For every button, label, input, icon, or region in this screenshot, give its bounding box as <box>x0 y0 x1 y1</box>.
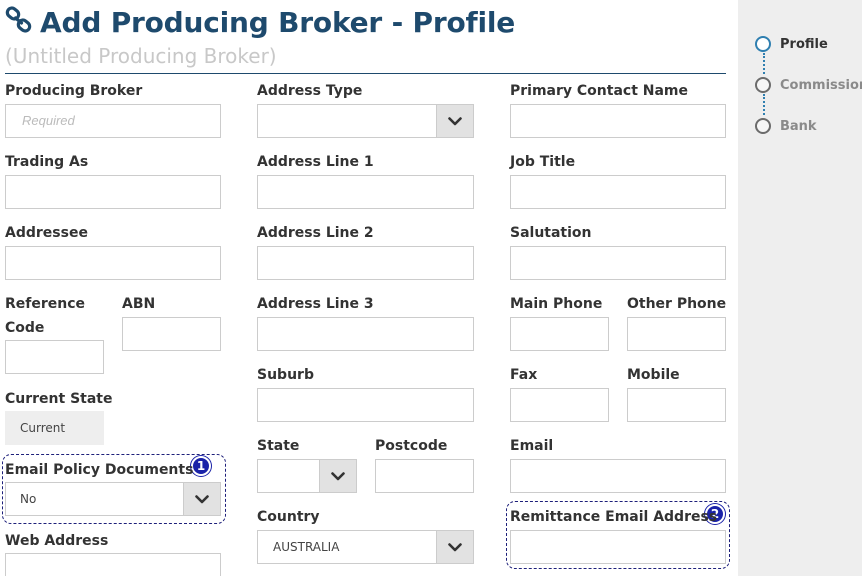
chevron-down-icon[interactable] <box>319 460 356 492</box>
postcode-input[interactable] <box>375 459 474 493</box>
email-policy-documents-label: Email Policy Documents <box>5 462 194 478</box>
address-line-2-label: Address Line 2 <box>257 225 374 241</box>
suburb-input[interactable] <box>257 388 474 422</box>
state-select[interactable] <box>257 459 357 493</box>
email-label: Email <box>510 438 554 454</box>
mobile-label: Mobile <box>627 367 680 383</box>
email-policy-documents-value: No <box>20 492 37 506</box>
annotation-badge-1: 1 <box>191 456 211 476</box>
address-line-3-input[interactable] <box>257 317 474 351</box>
chevron-down-icon[interactable] <box>436 105 473 137</box>
remittance-email-address-input[interactable] <box>510 530 726 564</box>
step-bank-indicator-icon <box>755 118 771 134</box>
step-commission[interactable]: Commission <box>755 77 862 93</box>
salutation-label: Salutation <box>510 225 592 241</box>
main-phone-input[interactable] <box>510 317 609 351</box>
producing-broker-placeholder: Required <box>22 113 75 128</box>
step-bank[interactable]: Bank <box>755 118 817 134</box>
page-subtitle: (Untitled Producing Broker) <box>5 44 277 68</box>
web-address-input[interactable] <box>5 553 221 576</box>
job-title-label: Job Title <box>510 154 576 170</box>
reference-code-input[interactable] <box>5 340 104 374</box>
step-connector <box>763 94 765 115</box>
trading-as-input[interactable] <box>5 175 221 209</box>
link-icon <box>4 5 40 40</box>
country-value: AUSTRALIA <box>273 540 340 554</box>
step-profile-label: Profile <box>780 36 828 52</box>
primary-contact-name-label: Primary Contact Name <box>510 83 689 99</box>
address-type-select[interactable] <box>257 104 474 138</box>
step-profile[interactable]: Profile <box>755 36 828 52</box>
addressee-label: Addressee <box>5 225 88 241</box>
abn-label: ABN <box>122 296 156 312</box>
current-state-label: Current State <box>5 391 113 407</box>
reference-code-label-line1: Reference <box>5 296 86 312</box>
primary-contact-name-input[interactable] <box>510 104 726 138</box>
current-state-value: Current <box>20 421 66 435</box>
state-label: State <box>257 438 300 454</box>
step-profile-indicator-icon <box>755 36 771 52</box>
mobile-input[interactable] <box>627 388 726 422</box>
fax-label: Fax <box>510 367 538 383</box>
abn-input[interactable] <box>122 317 221 351</box>
page-header: Add Producing Broker - Profile <box>4 4 515 40</box>
current-state-value-box: Current <box>5 411 104 445</box>
step-connector <box>763 53 765 74</box>
page-title: Add Producing Broker - Profile <box>40 5 516 39</box>
remittance-email-address-label: Remittance Email Address <box>510 509 718 525</box>
postcode-label: Postcode <box>375 438 448 454</box>
address-line-3-label: Address Line 3 <box>257 296 374 312</box>
email-policy-documents-select[interactable]: No <box>5 482 221 516</box>
address-line-2-input[interactable] <box>257 246 474 280</box>
step-commission-indicator-icon <box>755 77 771 93</box>
step-commission-label: Commission <box>780 77 862 93</box>
other-phone-label: Other Phone <box>627 296 727 312</box>
producing-broker-label: Producing Broker <box>5 83 143 99</box>
address-line-1-label: Address Line 1 <box>257 154 374 170</box>
suburb-label: Suburb <box>257 367 314 383</box>
country-label: Country <box>257 509 320 525</box>
email-input[interactable] <box>510 459 726 493</box>
trading-as-label: Trading As <box>5 154 89 170</box>
step-bank-label: Bank <box>780 118 817 134</box>
chevron-down-icon[interactable] <box>183 483 220 515</box>
chevron-down-icon[interactable] <box>436 531 473 563</box>
job-title-input[interactable] <box>510 175 726 209</box>
address-line-1-input[interactable] <box>257 175 474 209</box>
other-phone-input[interactable] <box>627 317 726 351</box>
web-address-label: Web Address <box>5 533 109 549</box>
country-select[interactable]: AUSTRALIA <box>257 530 474 564</box>
salutation-input[interactable] <box>510 246 726 280</box>
wizard-steps-sidebar: Profile Commission Bank <box>738 0 862 576</box>
fax-input[interactable] <box>510 388 609 422</box>
main-phone-label: Main Phone <box>510 296 603 312</box>
address-type-label: Address Type <box>257 83 363 99</box>
reference-code-label-line2: Code <box>5 320 45 336</box>
addressee-input[interactable] <box>5 246 221 280</box>
producing-broker-input[interactable]: Required <box>5 104 221 138</box>
title-divider <box>5 73 726 74</box>
